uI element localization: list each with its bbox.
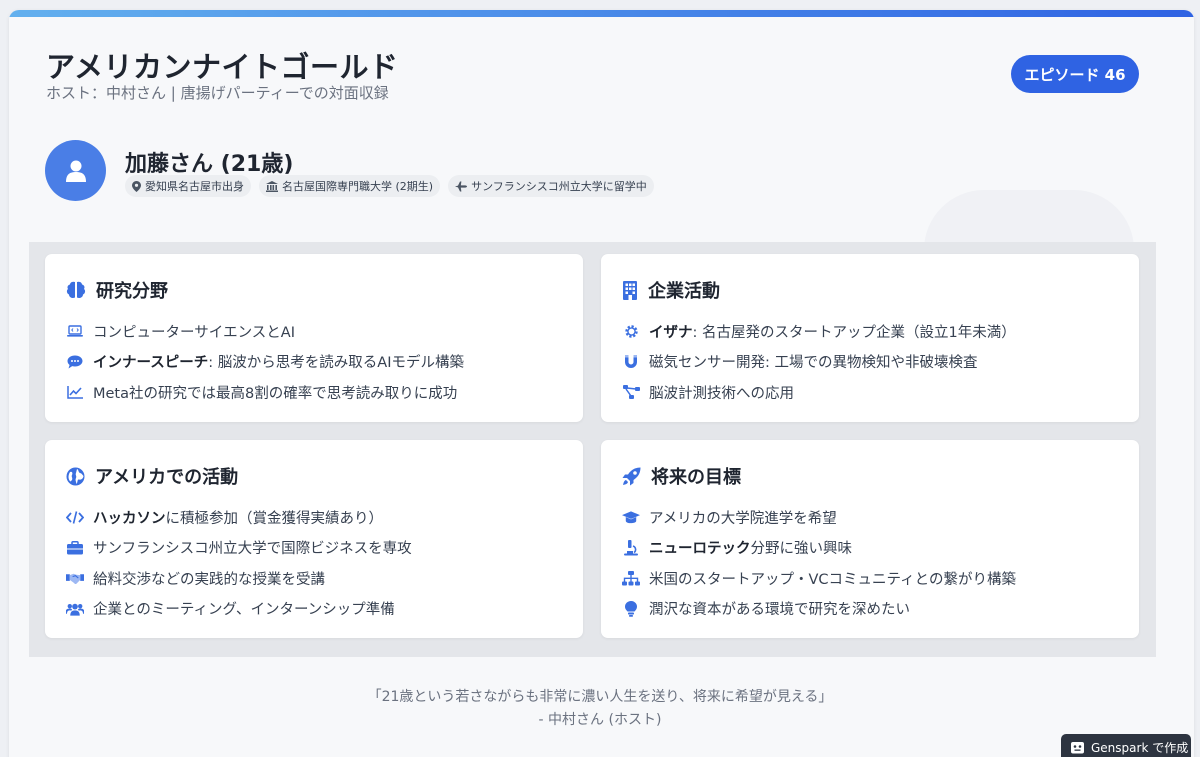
brain-icon [66,281,86,299]
item-text: : 脳波から思考を読み取るAIモデル構築 [208,355,464,372]
guest-tags: 愛知県名古屋市出身 名古屋国際専門職大学 (2期生) サンフランシスコ州立大学に… [125,175,654,197]
graduation-cap-icon [622,511,640,523]
list-item: アメリカの大学院進学を希望 [622,502,1016,533]
item-text: サンフランシスコ州立大学で国際ビジネスを専攻 [93,541,412,558]
list-item: イザナ: 名古屋発のスタートアップ企業（設立1年未満） [622,316,1016,347]
robot-icon [1071,741,1084,753]
airplane-icon [455,181,468,191]
tag-label: サンフランシスコ州立大学に留学中 [471,180,647,193]
list-item: 米国のスタートアップ・VCコミュニティとの繋がり構築 [622,563,1016,594]
research-title: 研究分野 [96,281,168,302]
item-text: 企業とのミーティング、インターンシップ準備 [93,602,395,619]
building-icon [623,280,637,300]
tag-label: 愛知県名古屋市出身 [145,180,244,193]
item-text: 脳波計測技術への応用 [649,385,794,402]
goals-panel: 将来の目標 アメリカの大学院進学を希望 ニューロテック分野に強い興味 米国のスタ… [601,440,1139,638]
code-icon [66,511,84,524]
america-panel: アメリカでの活動 ハッカソンに積極参加（賞金獲得実績あり） サンフランシスコ州立… [45,440,583,638]
magnet-icon [625,355,637,369]
genspark-badge[interactable]: Genspark で作成 [1061,734,1191,757]
item-text: Meta社の研究では最高8割の確率で思考読み取りに成功 [93,385,458,402]
item-bold: ニューロテック [649,541,751,558]
guest-name: 加藤さん (21歳) [125,152,294,177]
business-title: 企業活動 [648,281,720,302]
tag-university: 名古屋国際専門職大学 (2期生) [259,175,441,197]
item-bold: インナースピーチ [93,355,209,372]
host-quote: 「21歳という若さながらも非常に濃い人生を送り、将来に希望が見える」 - 中村さ… [0,686,1200,732]
list-item: サンフランシスコ州立大学で国際ビジネスを専攻 [66,533,412,564]
list-item: 企業とのミーティング、インターンシップ準備 [66,594,412,625]
network-icon [622,385,640,400]
briefcase-icon [67,540,83,555]
item-text: アメリカの大学院進学を希望 [649,510,837,527]
list-item: 給料交渉などの実践的な授業を受講 [66,563,412,594]
item-text: 磁気センサー開発: 工場での異物検知や非破壊検査 [649,355,978,372]
users-icon [66,603,84,616]
episode-subtitle: ホスト：中村さん | 唐揚げパーティーでの対面収録 [46,84,389,102]
list-item: コンピューターサイエンスとAI [66,316,464,347]
goals-title: 将来の目標 [651,467,741,488]
user-icon [65,160,86,182]
item-bold: イザナ [649,324,693,341]
list-item: ニューロテック分野に強い興味 [622,533,1016,564]
handshake-icon [66,573,84,584]
list-item: 潤沢な資本がある環境で研究を深めたい [622,594,1016,625]
quote-author: - 中村さん (ホスト) [538,712,662,728]
america-title: アメリカでの活動 [95,467,239,488]
university-icon [266,180,278,192]
microscope-icon [624,539,638,556]
chart-line-icon [67,385,83,399]
item-text: コンピューターサイエンスとAI [93,324,295,341]
item-text: : 名古屋発のスタートアップ企業（設立1年未満） [692,324,1016,341]
episode-badge: エピソード 46 [1011,55,1139,93]
list-item: ハッカソンに積極参加（賞金獲得実績あり） [66,502,412,533]
tag-hometown: 愛知県名古屋市出身 [125,175,251,197]
tag-study-abroad: サンフランシスコ州立大学に留学中 [448,175,654,197]
item-text: に積極参加（賞金獲得実績あり） [165,510,384,527]
genspark-label: Genspark で作成 [1091,740,1189,755]
tag-label: 名古屋国際専門職大学 (2期生) [282,180,434,193]
list-item: 脳波計測技術への応用 [622,377,1016,408]
laptop-code-icon [67,325,83,337]
avatar [45,140,106,201]
item-text: 給料交渉などの実践的な授業を受講 [93,571,325,588]
item-text: 米国のスタートアップ・VCコミュニティとの繋がり構築 [649,571,1017,588]
list-item: Meta社の研究では最高8割の確率で思考読み取りに成功 [66,377,464,408]
map-pin-icon [132,180,141,192]
accent-bar [9,10,1194,17]
gear-icon [624,325,638,338]
rocket-icon [622,467,641,485]
quote-text: 「21歳という若さながらも非常に濃い人生を送り、将来に希望が見える」 [367,689,833,705]
list-item: インナースピーチ: 脳波から思考を読み取るAIモデル構築 [66,347,464,378]
sitemap-icon [622,570,640,586]
speech-bubble-icon [67,355,83,369]
business-panel: 企業活動 イザナ: 名古屋発のスタートアップ企業（設立1年未満） 磁気センサー開… [601,254,1139,422]
item-text: 分野に強い興味 [750,541,853,558]
research-panel: 研究分野 コンピューターサイエンスとAI インナースピーチ: 脳波から思考を読み… [45,254,583,422]
episode-title: アメリカンナイトゴールド [46,50,399,84]
lightbulb-icon [625,600,637,617]
list-item: 磁気センサー開発: 工場での異物検知や非破壊検査 [622,347,1016,378]
item-bold: ハッカソン [93,510,166,527]
item-text: 潤沢な資本がある環境で研究を深めたい [649,602,910,619]
globe-icon [66,467,85,485]
